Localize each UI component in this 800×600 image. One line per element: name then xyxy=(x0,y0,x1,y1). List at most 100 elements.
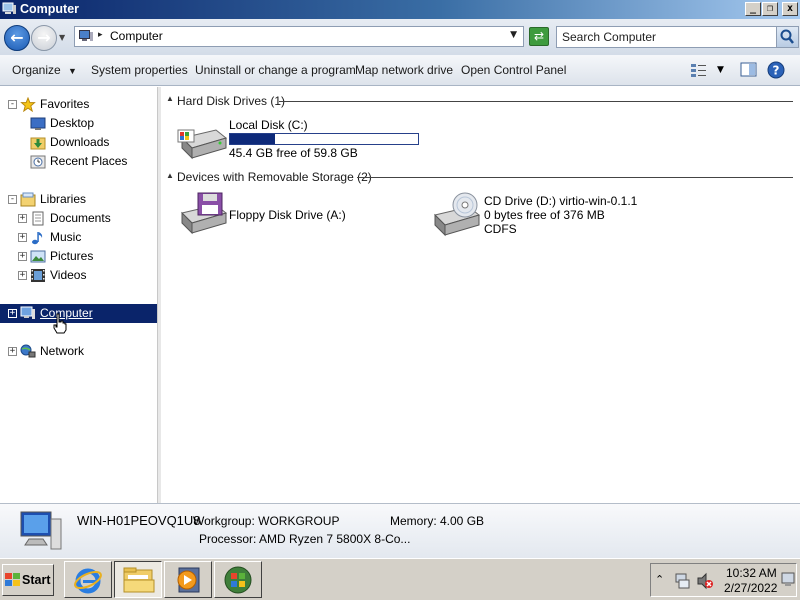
media-player-icon xyxy=(177,567,200,593)
navigation-pane[interactable]: - Favorites Desktop Downloads Recent Pla… xyxy=(0,87,158,503)
nav-network-label: Network xyxy=(40,344,85,358)
clock-date[interactable]: 2/27/2022 xyxy=(724,581,777,595)
computer-icon xyxy=(2,2,16,14)
map-network-drive-button[interactable]: Map network drive xyxy=(355,63,453,77)
collapse-icon[interactable]: - xyxy=(8,100,17,109)
search-button[interactable] xyxy=(776,27,798,47)
memory-text: Memory: 4.00 GB xyxy=(390,514,485,528)
expand-icon[interactable]: + xyxy=(18,214,27,223)
expand-icon[interactable]: + xyxy=(18,233,27,242)
workgroup-text: Workgroup: WORKGROUP xyxy=(193,514,340,528)
group-header-hdd[interactable]: Hard Disk Drives (1) xyxy=(177,94,285,108)
taskbar-media-player[interactable] xyxy=(164,561,212,598)
nav-downloads[interactable]: Downloads xyxy=(0,133,157,152)
clock-time[interactable]: 10:32 AM xyxy=(726,566,777,580)
downloads-folder-icon xyxy=(30,137,46,150)
collapse-group-icon[interactable]: ▲ xyxy=(166,171,174,180)
forward-button[interactable]: → xyxy=(31,25,57,51)
nav-pictures[interactable]: + Pictures xyxy=(0,247,157,266)
search-input[interactable] xyxy=(557,27,777,47)
nav-network[interactable]: + Network xyxy=(0,342,157,361)
nav-recent-places[interactable]: Recent Places xyxy=(0,152,157,171)
address-path[interactable]: Computer xyxy=(110,29,163,43)
taskbar-windows-explorer[interactable] xyxy=(114,561,162,598)
network-icon xyxy=(20,344,36,358)
expand-icon[interactable]: + xyxy=(18,271,27,280)
floppy-drive-icon[interactable] xyxy=(176,191,228,237)
group-divider xyxy=(279,101,793,102)
close-button[interactable]: x xyxy=(782,2,798,16)
help-icon[interactable]: ? xyxy=(767,61,785,79)
refresh-icon: ⇄ xyxy=(533,29,545,43)
nav-libraries[interactable]: - Libraries xyxy=(0,190,157,209)
nav-favorites[interactable]: - Favorites xyxy=(0,95,157,114)
music-note-icon xyxy=(32,232,43,245)
search-icon xyxy=(780,29,794,44)
film-strip-icon xyxy=(31,269,45,282)
local-disk-name[interactable]: Local Disk (C:) xyxy=(229,118,308,132)
search-box[interactable] xyxy=(556,26,799,48)
disk-usage-fill xyxy=(230,134,276,144)
organize-label: Organize xyxy=(12,63,61,77)
nav-computer[interactable]: + Computer xyxy=(0,304,157,323)
system-properties-button[interactable]: System properties xyxy=(91,63,188,77)
network-tray-icon[interactable] xyxy=(673,572,691,590)
content-pane[interactable]: ▲ Hard Disk Drives (1) Local Disk (C:) 4… xyxy=(161,87,800,503)
cd-drive-name[interactable]: CD Drive (D:) virtio-win-0.1.1 xyxy=(484,194,637,208)
start-label: Start xyxy=(22,573,51,587)
view-dropdown-icon[interactable]: ▼ xyxy=(717,65,724,75)
back-button[interactable]: ← xyxy=(4,25,30,51)
address-dropdown-icon[interactable]: ▼ xyxy=(510,30,517,40)
start-button[interactable]: Start xyxy=(2,564,54,596)
nav-recent-places-label: Recent Places xyxy=(50,154,128,168)
windows-orb-icon xyxy=(224,566,252,594)
pictures-icon xyxy=(30,250,46,263)
nav-music[interactable]: + Music xyxy=(0,228,157,247)
change-view-icon[interactable] xyxy=(690,63,708,78)
hard-drive-icon[interactable] xyxy=(176,124,228,162)
taskbar-internet-explorer[interactable] xyxy=(64,561,112,598)
preview-pane-icon[interactable] xyxy=(740,62,757,77)
taskbar-windows-media[interactable] xyxy=(214,561,262,598)
nav-music-label: Music xyxy=(50,230,82,244)
nav-favorites-label: Favorites xyxy=(40,97,90,111)
breadcrumb-chevron-icon[interactable]: ▸ xyxy=(98,30,103,40)
action-center-icon[interactable] xyxy=(781,572,795,588)
cd-drive-icon[interactable] xyxy=(431,191,483,239)
organize-button[interactable]: Organize ▼ xyxy=(12,63,77,77)
recent-pages-dropdown-icon[interactable]: ▼ xyxy=(59,33,65,42)
show-hidden-icons-button[interactable]: ⌃ xyxy=(655,573,664,586)
nav-documents-label: Documents xyxy=(50,211,111,225)
windows-logo-icon xyxy=(5,573,20,586)
cd-drive-filesystem: CDFS xyxy=(484,222,517,236)
nav-desktop[interactable]: Desktop xyxy=(0,114,157,133)
minimize-button[interactable]: _ xyxy=(745,2,761,16)
group-header-removable[interactable]: Devices with Removable Storage (2) xyxy=(177,170,372,184)
recent-places-icon xyxy=(30,155,46,169)
address-bar-strip: ← → ▼ ▸ Computer ▼ ⇄ xyxy=(0,19,800,55)
computer-icon xyxy=(79,30,93,41)
nav-videos[interactable]: + Videos xyxy=(0,266,157,285)
uninstall-program-button[interactable]: Uninstall or change a program xyxy=(195,63,356,77)
collapse-icon[interactable]: - xyxy=(8,195,17,204)
collapse-group-icon[interactable]: ▲ xyxy=(166,94,174,103)
floppy-drive-name[interactable]: Floppy Disk Drive (A:) xyxy=(229,208,346,222)
expand-icon[interactable]: + xyxy=(8,347,17,356)
title-bar[interactable]: Computer _ ❐ x xyxy=(0,0,800,19)
back-arrow-icon: ← xyxy=(10,28,24,47)
nav-downloads-label: Downloads xyxy=(50,135,110,149)
disk-usage-bar xyxy=(229,133,419,145)
nav-documents[interactable]: + Documents xyxy=(0,209,157,228)
nav-libraries-label: Libraries xyxy=(40,192,87,206)
expand-icon[interactable]: + xyxy=(18,252,27,261)
address-field[interactable]: ▸ Computer ▼ xyxy=(74,26,524,47)
refresh-button[interactable]: ⇄ xyxy=(529,27,549,46)
computer-name: WIN-H01PEOVQ1U8 xyxy=(77,513,201,528)
volume-muted-icon[interactable] xyxy=(696,572,714,590)
taskbar: Start ⌃ 10:32 AM 2/27/2022 xyxy=(0,558,800,600)
forward-arrow-icon: → xyxy=(37,28,51,47)
open-control-panel-button[interactable]: Open Control Panel xyxy=(461,63,566,77)
cd-drive-free: 0 bytes free of 376 MB xyxy=(484,208,605,222)
expand-icon[interactable]: + xyxy=(8,309,17,318)
restore-button[interactable]: ❐ xyxy=(762,2,778,16)
